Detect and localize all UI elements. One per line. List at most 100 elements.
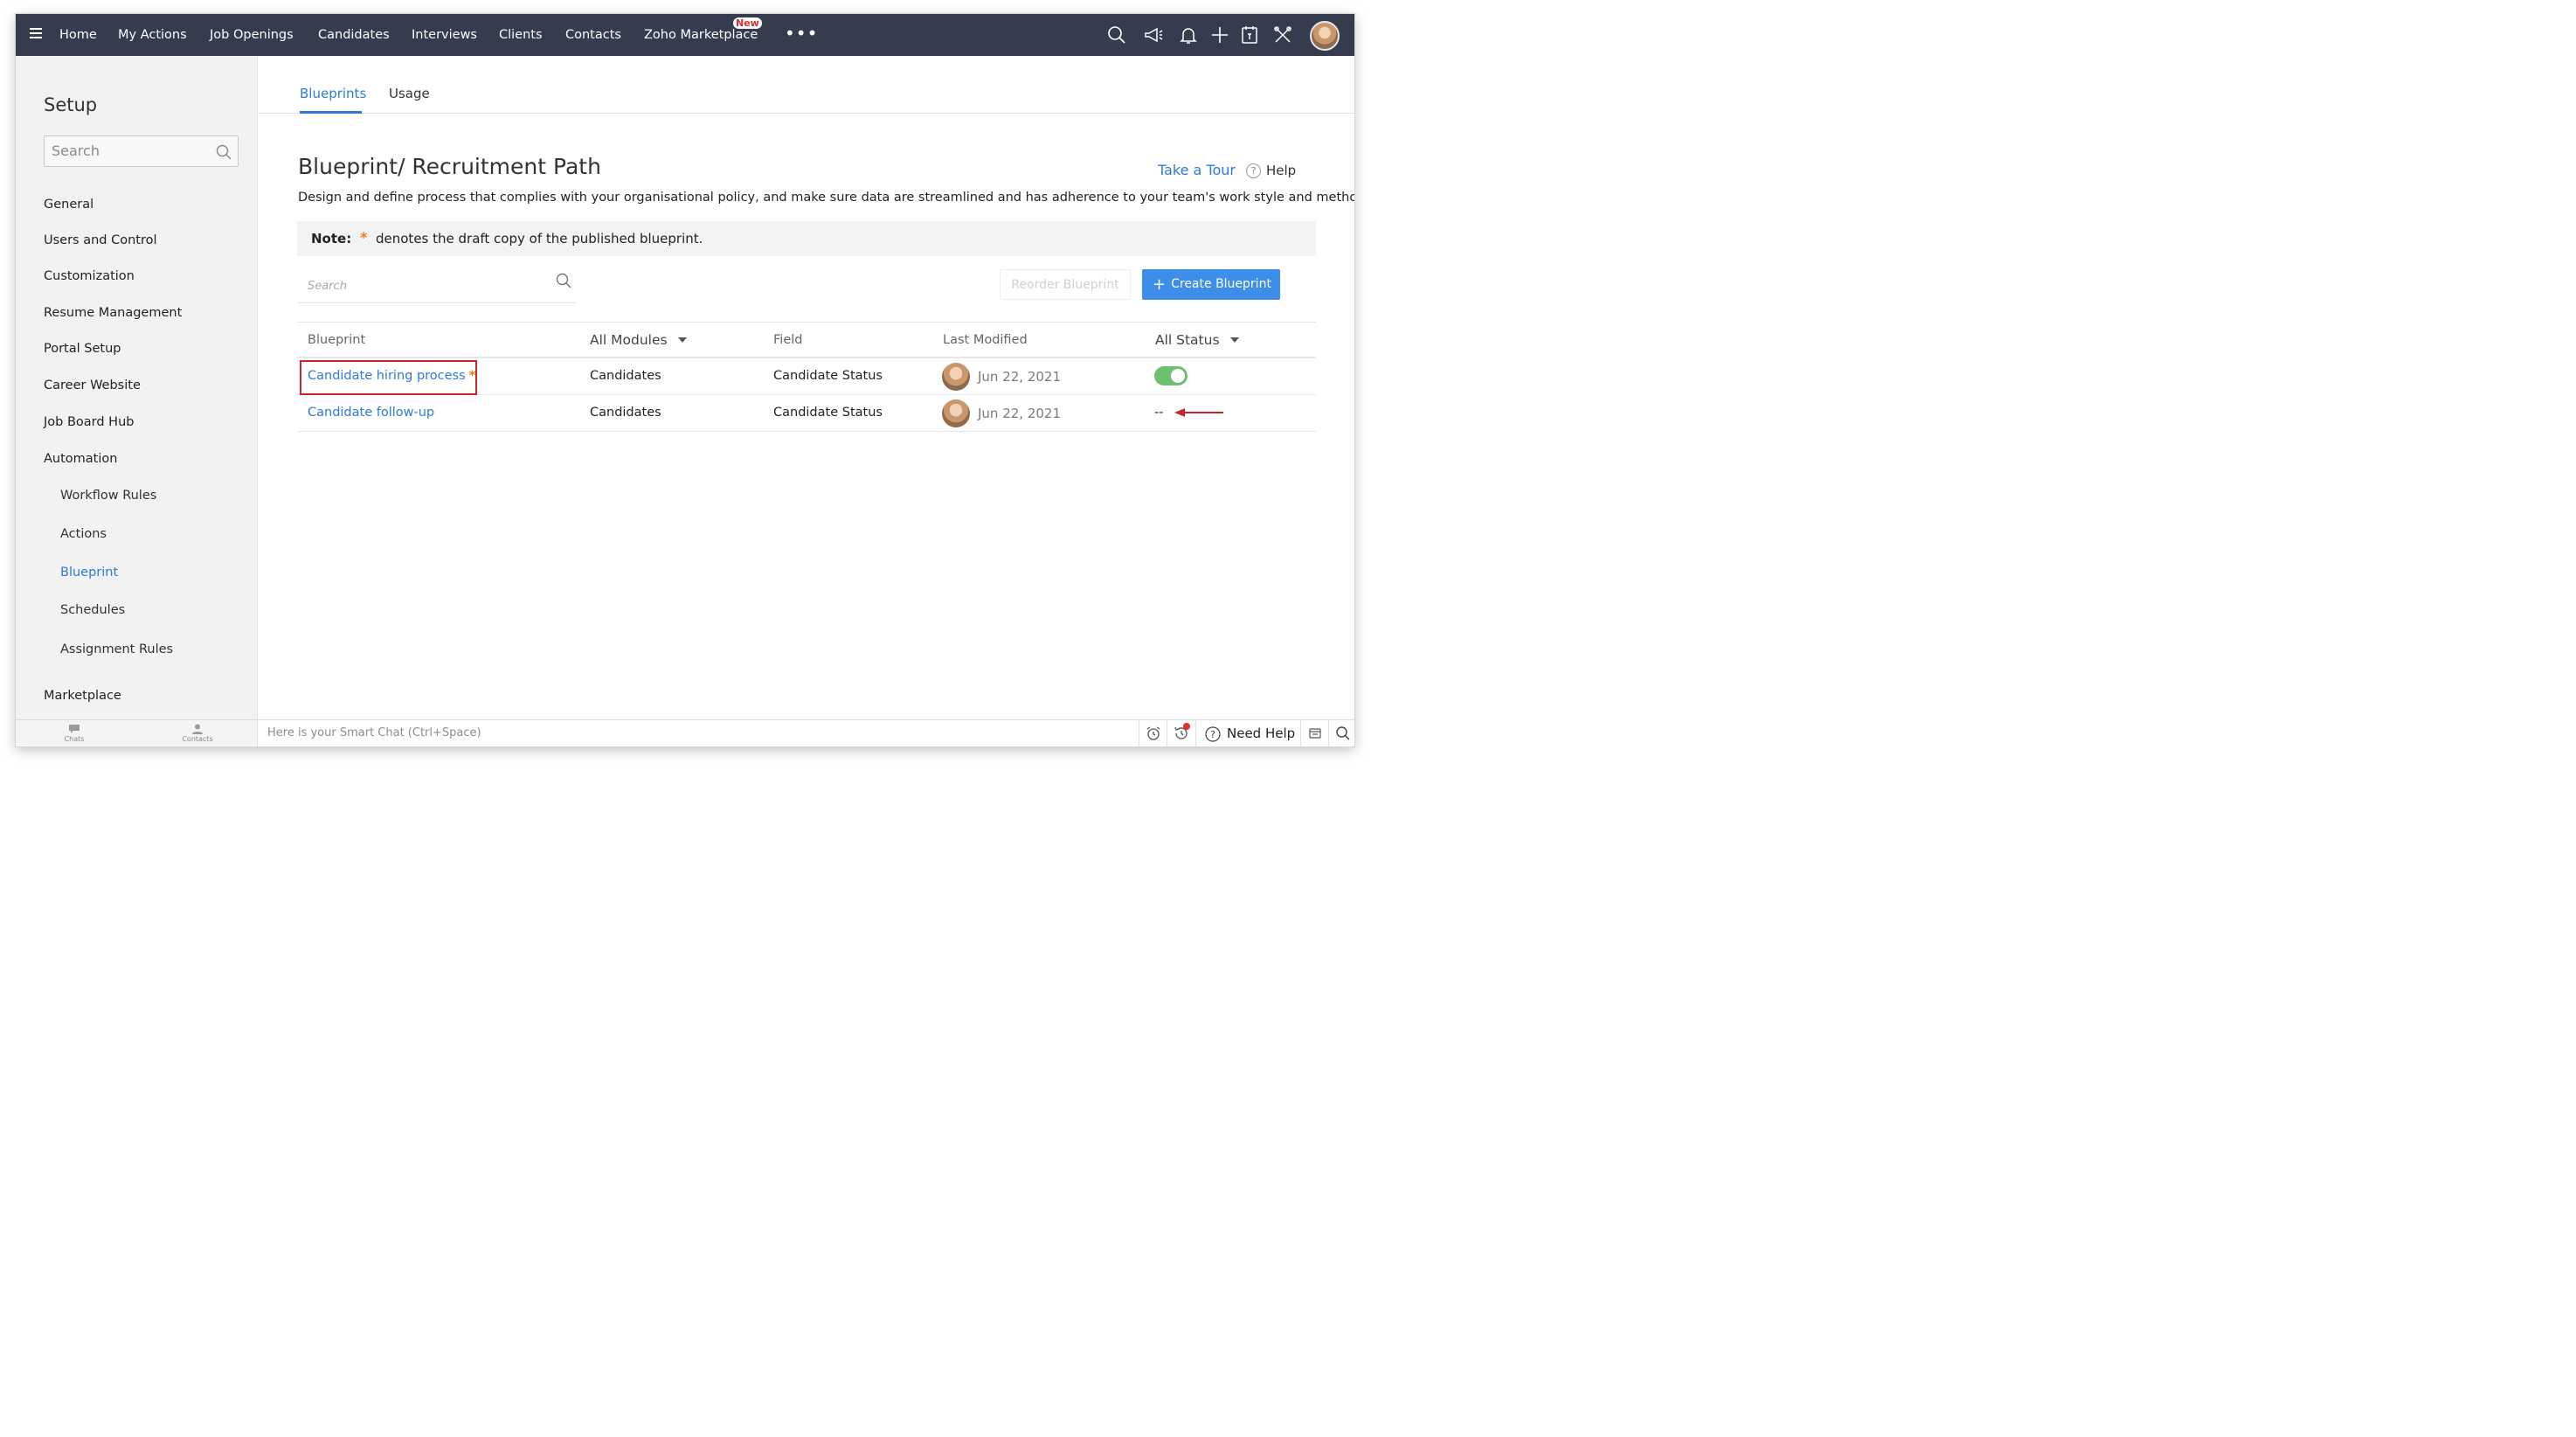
notification-dot xyxy=(1183,723,1190,730)
setup-sidebar: Setup General Users and Control Customiz… xyxy=(16,56,258,719)
nav-interviews[interactable]: Interviews xyxy=(412,14,477,56)
annotation-highlight-box xyxy=(300,360,477,395)
status-toggle[interactable] xyxy=(1154,366,1188,385)
contacts-tab[interactable]: Contacts xyxy=(176,724,219,743)
svg-text:?: ? xyxy=(1210,729,1215,740)
annotation-arrow-icon xyxy=(1174,406,1225,420)
sidebar-item-blueprint[interactable]: Blueprint xyxy=(60,566,118,580)
note-text: denotes the draft copy of the published … xyxy=(376,231,703,246)
status-empty: -- xyxy=(1154,406,1164,420)
tools-icon[interactable] xyxy=(1272,24,1293,45)
take-a-tour-link[interactable]: Take a Tour xyxy=(1158,162,1236,178)
megaphone-icon[interactable] xyxy=(1143,24,1164,45)
module-cell: Candidates xyxy=(590,369,661,383)
sidebar-search-input[interactable] xyxy=(52,142,209,159)
nav-job-openings[interactable]: Job Openings xyxy=(210,14,294,56)
nav-candidates[interactable]: Candidates xyxy=(318,14,390,56)
tab-blueprints[interactable]: Blueprints xyxy=(300,86,366,101)
bottom-bar: Chats Contacts Here is your Smart Chat (… xyxy=(16,719,1354,746)
sidebar-search[interactable] xyxy=(44,135,239,167)
reorder-blueprint-button[interactable]: Reorder Blueprint xyxy=(1000,269,1131,300)
field-cell: Candidate Status xyxy=(773,369,883,383)
more-menu-icon[interactable]: ••• xyxy=(785,24,818,42)
alarm-icon[interactable] xyxy=(1139,720,1167,746)
caret-down-icon xyxy=(677,337,687,343)
chats-tab[interactable]: Chats xyxy=(52,724,96,743)
column-last-modified: Last Modified xyxy=(943,333,1028,347)
nav-clients[interactable]: Clients xyxy=(499,14,543,56)
help-link[interactable]: ? Help xyxy=(1246,163,1296,178)
tab-usage[interactable]: Usage xyxy=(389,86,430,101)
table-row: Candidate follow-up Candidates Candidate… xyxy=(297,395,1316,432)
calendar-icon[interactable] xyxy=(1239,24,1260,45)
sidebar-title: Setup xyxy=(44,94,98,115)
nav-my-actions[interactable]: My Actions xyxy=(118,14,187,56)
need-help-label: Need Help xyxy=(1227,725,1296,741)
need-help-button[interactable]: ? Need Help xyxy=(1195,720,1300,746)
blueprint-link[interactable]: Candidate follow-up xyxy=(308,406,434,420)
modules-filter-label: All Modules xyxy=(590,332,668,348)
status-filter-dropdown[interactable]: All Status xyxy=(1155,332,1239,348)
column-field: Field xyxy=(773,333,803,347)
module-cell: Candidates xyxy=(590,406,661,420)
status-filter-label: All Status xyxy=(1155,332,1220,348)
sidebar-item-general[interactable]: General xyxy=(44,198,93,212)
sidebar-item-schedules[interactable]: Schedules xyxy=(60,603,125,617)
page-title: Blueprint/ Recruitment Path xyxy=(298,154,601,179)
sidebar-item-users-and-control[interactable]: Users and Control xyxy=(44,233,157,247)
sidebar-item-job-board-hub[interactable]: Job Board Hub xyxy=(44,415,134,429)
nav-home[interactable]: Home xyxy=(59,14,97,56)
blueprint-search-input[interactable] xyxy=(308,280,535,293)
blueprint-name: Candidate follow-up xyxy=(308,406,435,420)
last-modified-date: Jun 22, 2021 xyxy=(978,406,1062,421)
top-navigation: Home My Actions Job Openings Candidates … xyxy=(16,14,1354,56)
sidebar-item-workflow-rules[interactable]: Workflow Rules xyxy=(60,489,156,503)
search-icon[interactable] xyxy=(1106,24,1127,45)
plus-icon: + xyxy=(1153,275,1167,294)
plus-icon[interactable] xyxy=(1209,24,1230,45)
help-circle-icon: ? xyxy=(1205,726,1221,742)
modified-by-avatar xyxy=(942,363,970,391)
modules-filter-dropdown[interactable]: All Modules xyxy=(590,332,687,348)
blueprint-search[interactable] xyxy=(297,268,577,303)
bell-icon[interactable] xyxy=(1178,24,1199,45)
help-label: Help xyxy=(1266,163,1297,178)
history-icon[interactable] xyxy=(1167,720,1195,746)
create-blueprint-button[interactable]: + Create Blueprint xyxy=(1142,269,1280,300)
sidebar-item-career-website[interactable]: Career Website xyxy=(44,378,141,392)
sidebar-item-automation[interactable]: Automation xyxy=(44,452,117,466)
sidebar-item-actions[interactable]: Actions xyxy=(60,527,107,541)
sidebar-item-assignment-rules[interactable]: Assignment Rules xyxy=(60,642,173,656)
smart-chat-prompt[interactable]: Here is your Smart Chat (Ctrl+Space) xyxy=(267,726,481,739)
menu-icon[interactable] xyxy=(30,28,42,38)
sidebar-item-resume-management[interactable]: Resume Management xyxy=(44,306,182,320)
chats-label: Chats xyxy=(64,735,85,743)
notes-icon[interactable] xyxy=(1300,720,1328,746)
table-header: Blueprint All Modules Field Last Modifie… xyxy=(297,322,1316,358)
help-circle-icon: ? xyxy=(1246,163,1261,178)
modified-by-avatar xyxy=(942,399,970,427)
bottom-quick-tabs: Chats Contacts xyxy=(16,720,258,746)
search-icon[interactable] xyxy=(555,272,572,289)
nav-contacts[interactable]: Contacts xyxy=(565,14,621,56)
app-window: Home My Actions Job Openings Candidates … xyxy=(16,14,1354,746)
draft-star-marker: * xyxy=(360,229,368,246)
field-cell: Candidate Status xyxy=(773,406,883,420)
contacts-icon xyxy=(192,724,203,734)
caret-down-icon xyxy=(1229,337,1239,343)
note-box: Note: * denotes the draft copy of the pu… xyxy=(297,221,1316,256)
contacts-label: Contacts xyxy=(182,735,213,743)
create-blueprint-label: Create Blueprint xyxy=(1171,277,1271,291)
sidebar-item-portal-setup[interactable]: Portal Setup xyxy=(44,342,121,356)
search-icon[interactable] xyxy=(1328,720,1354,746)
column-blueprint: Blueprint xyxy=(308,333,366,347)
active-tab-indicator xyxy=(300,111,362,114)
note-label: Note: xyxy=(311,231,352,246)
new-badge: New xyxy=(733,17,762,29)
search-icon[interactable] xyxy=(215,143,232,161)
last-modified-date: Jun 22, 2021 xyxy=(978,369,1062,385)
sidebar-item-customization[interactable]: Customization xyxy=(44,269,135,283)
user-avatar[interactable] xyxy=(1310,21,1340,51)
tab-bar: Blueprints Usage xyxy=(259,56,1354,114)
sidebar-item-marketplace[interactable]: Marketplace xyxy=(44,689,121,703)
